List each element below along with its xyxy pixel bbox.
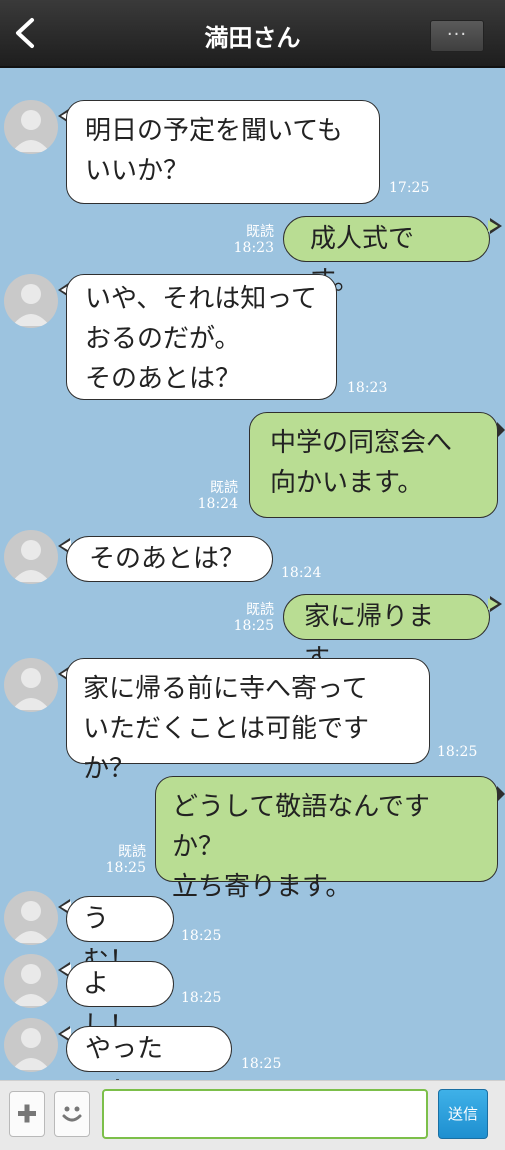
read-receipt: 既読 18:24 bbox=[182, 480, 238, 512]
message-time: 18:23 bbox=[347, 380, 388, 396]
message-time: 18:25 bbox=[233, 618, 274, 634]
avatar[interactable] bbox=[4, 100, 58, 154]
message-time: 18:24 bbox=[281, 565, 322, 581]
bubble-tail bbox=[488, 220, 498, 232]
read-receipt: 既読 18:25 bbox=[90, 844, 146, 876]
message-time: 18:23 bbox=[233, 240, 274, 256]
message-time: 18:25 bbox=[181, 990, 222, 1006]
message-time: 18:25 bbox=[241, 1056, 282, 1072]
read-receipt: 既読 18:25 bbox=[218, 602, 274, 634]
incoming-message: そのあとは？ bbox=[66, 536, 273, 582]
send-button[interactable]: 送信 bbox=[438, 1089, 488, 1139]
bubble-tail bbox=[497, 786, 505, 802]
message-time: 18:25 bbox=[437, 744, 478, 760]
incoming-message: やったー！ bbox=[66, 1026, 232, 1106]
message-time: 18:24 bbox=[197, 496, 238, 512]
composer-bar: 送信 bbox=[0, 1080, 505, 1150]
avatar[interactable] bbox=[4, 954, 58, 1008]
message-time: 17:25 bbox=[389, 180, 430, 196]
incoming-message: よし！ bbox=[66, 961, 174, 1041]
avatar[interactable] bbox=[4, 658, 58, 712]
read-receipt: 既読 18:23 bbox=[218, 224, 274, 256]
outgoing-message: 成人式です。 bbox=[283, 216, 490, 296]
incoming-message: 明日の予定を聞いても いいか？ bbox=[66, 100, 380, 204]
sticker-button[interactable] bbox=[54, 1091, 90, 1137]
avatar[interactable] bbox=[4, 530, 58, 584]
avatar[interactable] bbox=[4, 891, 58, 945]
outgoing-message: 家に帰ります。 bbox=[283, 594, 490, 674]
read-label: 既読 bbox=[118, 844, 146, 860]
bubble-tail bbox=[497, 422, 505, 438]
message-input[interactable] bbox=[102, 1089, 428, 1139]
incoming-message: いや、それは知って おるのだが。 そのあとは？ bbox=[66, 274, 337, 400]
avatar[interactable] bbox=[4, 274, 58, 328]
message-time: 18:25 bbox=[181, 928, 222, 944]
avatar[interactable] bbox=[4, 1018, 58, 1072]
more-menu-button[interactable]: ··· bbox=[430, 20, 484, 52]
read-label: 既読 bbox=[210, 480, 238, 496]
smiley-icon bbox=[62, 1106, 82, 1122]
outgoing-message: 中学の同窓会へ 向かいます。 bbox=[249, 412, 498, 518]
read-label: 既読 bbox=[246, 602, 274, 618]
plus-icon bbox=[18, 1104, 36, 1123]
bubble-tail bbox=[488, 598, 498, 610]
message-list: 明日の予定を聞いても いいか？ 17:25 既読 18:23 成人式です。 いや… bbox=[0, 68, 505, 1106]
read-label: 既読 bbox=[246, 224, 274, 240]
attach-button[interactable] bbox=[9, 1091, 45, 1137]
outgoing-message: どうして敬語なんですか？ 立ち寄ります。 bbox=[155, 776, 498, 902]
message-time: 18:25 bbox=[105, 860, 146, 876]
incoming-message: うむ！ bbox=[66, 896, 174, 976]
incoming-message: 家に帰る前に寺へ寄って いただくことは可能ですか？ bbox=[66, 658, 430, 784]
header-bar: 満田さん ··· bbox=[0, 0, 505, 68]
